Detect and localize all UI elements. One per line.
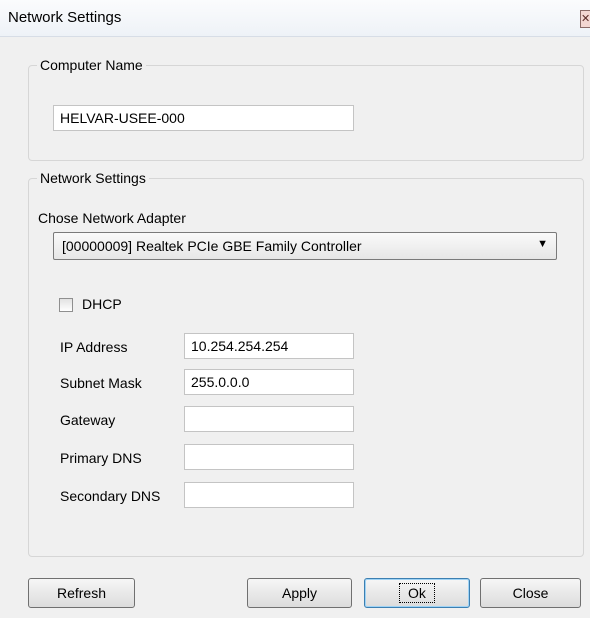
apply-button[interactable]: Apply bbox=[247, 578, 352, 608]
network-adapter-select[interactable]: [00000009] Realtek PCIe GBE Family Contr… bbox=[53, 232, 557, 260]
network-adapter-selected: [00000009] Realtek PCIe GBE Family Contr… bbox=[62, 238, 362, 254]
primary-dns-input[interactable] bbox=[184, 444, 354, 470]
ip-address-label: IP Address bbox=[60, 339, 128, 355]
primary-dns-label: Primary DNS bbox=[60, 450, 142, 466]
adapter-label: Chose Network Adapter bbox=[38, 210, 186, 226]
window-title: Network Settings bbox=[8, 9, 122, 26]
ip-address-input[interactable] bbox=[184, 333, 354, 359]
ok-button-label: Ok bbox=[399, 583, 435, 603]
close-icon: ✕ bbox=[581, 13, 590, 25]
dhcp-checkbox[interactable] bbox=[59, 298, 73, 312]
gateway-label: Gateway bbox=[60, 412, 116, 428]
gateway-input[interactable] bbox=[184, 406, 354, 432]
window-close-button[interactable]: ✕ bbox=[580, 10, 590, 28]
chevron-down-icon: ▼ bbox=[537, 238, 548, 250]
network-settings-legend: Network Settings bbox=[40, 170, 146, 186]
secondary-dns-label: Secondary DNS bbox=[60, 488, 161, 504]
computer-name-input[interactable] bbox=[53, 105, 354, 131]
dhcp-label: DHCP bbox=[82, 296, 122, 312]
subnet-mask-input[interactable] bbox=[184, 369, 354, 395]
title-bar: Network Settings ✕ bbox=[0, 0, 590, 37]
subnet-mask-label: Subnet Mask bbox=[60, 375, 142, 391]
secondary-dns-input[interactable] bbox=[184, 482, 354, 508]
computer-name-legend: Computer Name bbox=[40, 57, 143, 73]
ok-button[interactable]: Ok bbox=[364, 578, 470, 608]
close-button[interactable]: Close bbox=[480, 578, 581, 608]
refresh-button[interactable]: Refresh bbox=[28, 578, 135, 608]
